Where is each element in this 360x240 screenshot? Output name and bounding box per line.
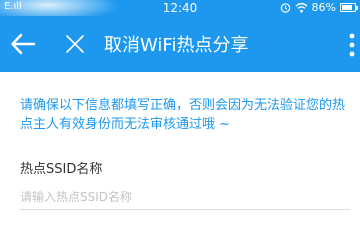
battery-percent: 86% — [311, 1, 336, 14]
battery-icon — [340, 3, 358, 12]
page-title: 取消WiFi热点分享 — [104, 35, 249, 56]
status-icons: 86% — [280, 1, 358, 14]
status-bar: E.ıll 12:40 86% — [0, 0, 360, 22]
ssid-label: 热点SSID名称 — [20, 162, 103, 177]
close-icon[interactable] — [64, 32, 86, 56]
battery-fill — [342, 5, 352, 10]
alarm-icon — [280, 3, 290, 13]
more-options-icon[interactable] — [346, 32, 358, 58]
verification-notice: 请确保以下信息都填写正确，否则会因为无法验证您的热点主人有效身份而无法审核通过哦… — [20, 98, 346, 132]
ssid-input[interactable] — [20, 184, 350, 210]
wifi-icon — [295, 2, 308, 13]
back-arrow-icon[interactable] — [10, 32, 36, 56]
app-toolbar: 取消WiFi热点分享 — [0, 16, 360, 72]
